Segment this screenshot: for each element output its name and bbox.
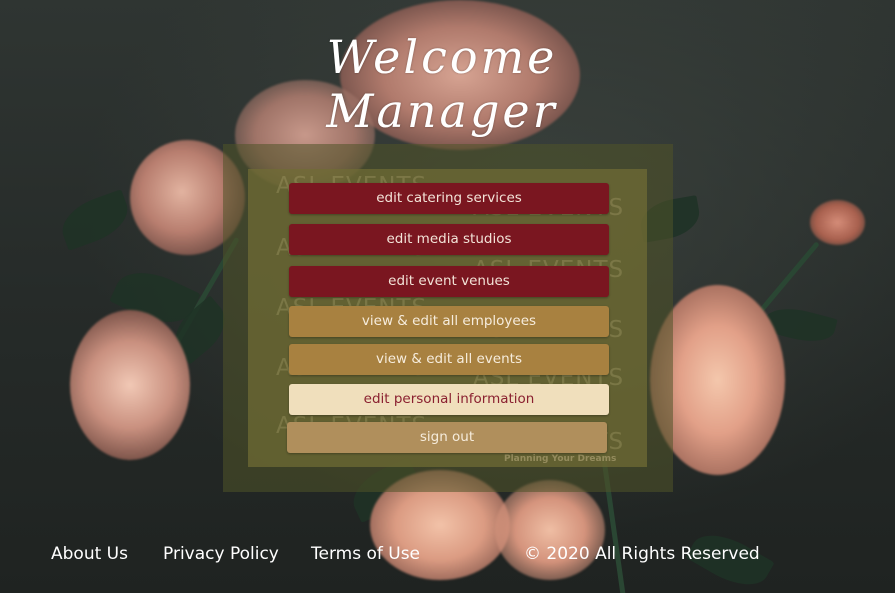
edit-personal-information-button[interactable]: edit personal information bbox=[289, 384, 609, 415]
view-edit-events-button[interactable]: view & edit all events bbox=[289, 344, 609, 375]
footer-link-privacy[interactable]: Privacy Policy bbox=[163, 544, 279, 570]
page-title: Welcome Manager bbox=[326, 30, 558, 138]
sign-out-button[interactable]: sign out bbox=[287, 422, 607, 453]
watermark-tagline: Planning Your Dreams bbox=[504, 454, 617, 464]
footer-link-about[interactable]: About Us bbox=[51, 544, 128, 570]
footer-link-terms[interactable]: Terms of Use bbox=[311, 544, 420, 570]
view-edit-employees-button[interactable]: view & edit all employees bbox=[289, 306, 609, 337]
edit-event-venues-button[interactable]: edit event venues bbox=[289, 266, 609, 297]
page-background: Welcome Manager ASL EVENTS ASL EVENTS AS… bbox=[0, 0, 895, 593]
edit-media-studios-button[interactable]: edit media studios bbox=[289, 224, 609, 255]
menu-panel: ASL EVENTS ASL EVENTS ASL EVENTS ASL EVE… bbox=[248, 169, 647, 467]
footer-copyright: © 2020 All Rights Reserved bbox=[524, 544, 760, 564]
edit-catering-services-button[interactable]: edit catering services bbox=[289, 183, 609, 214]
